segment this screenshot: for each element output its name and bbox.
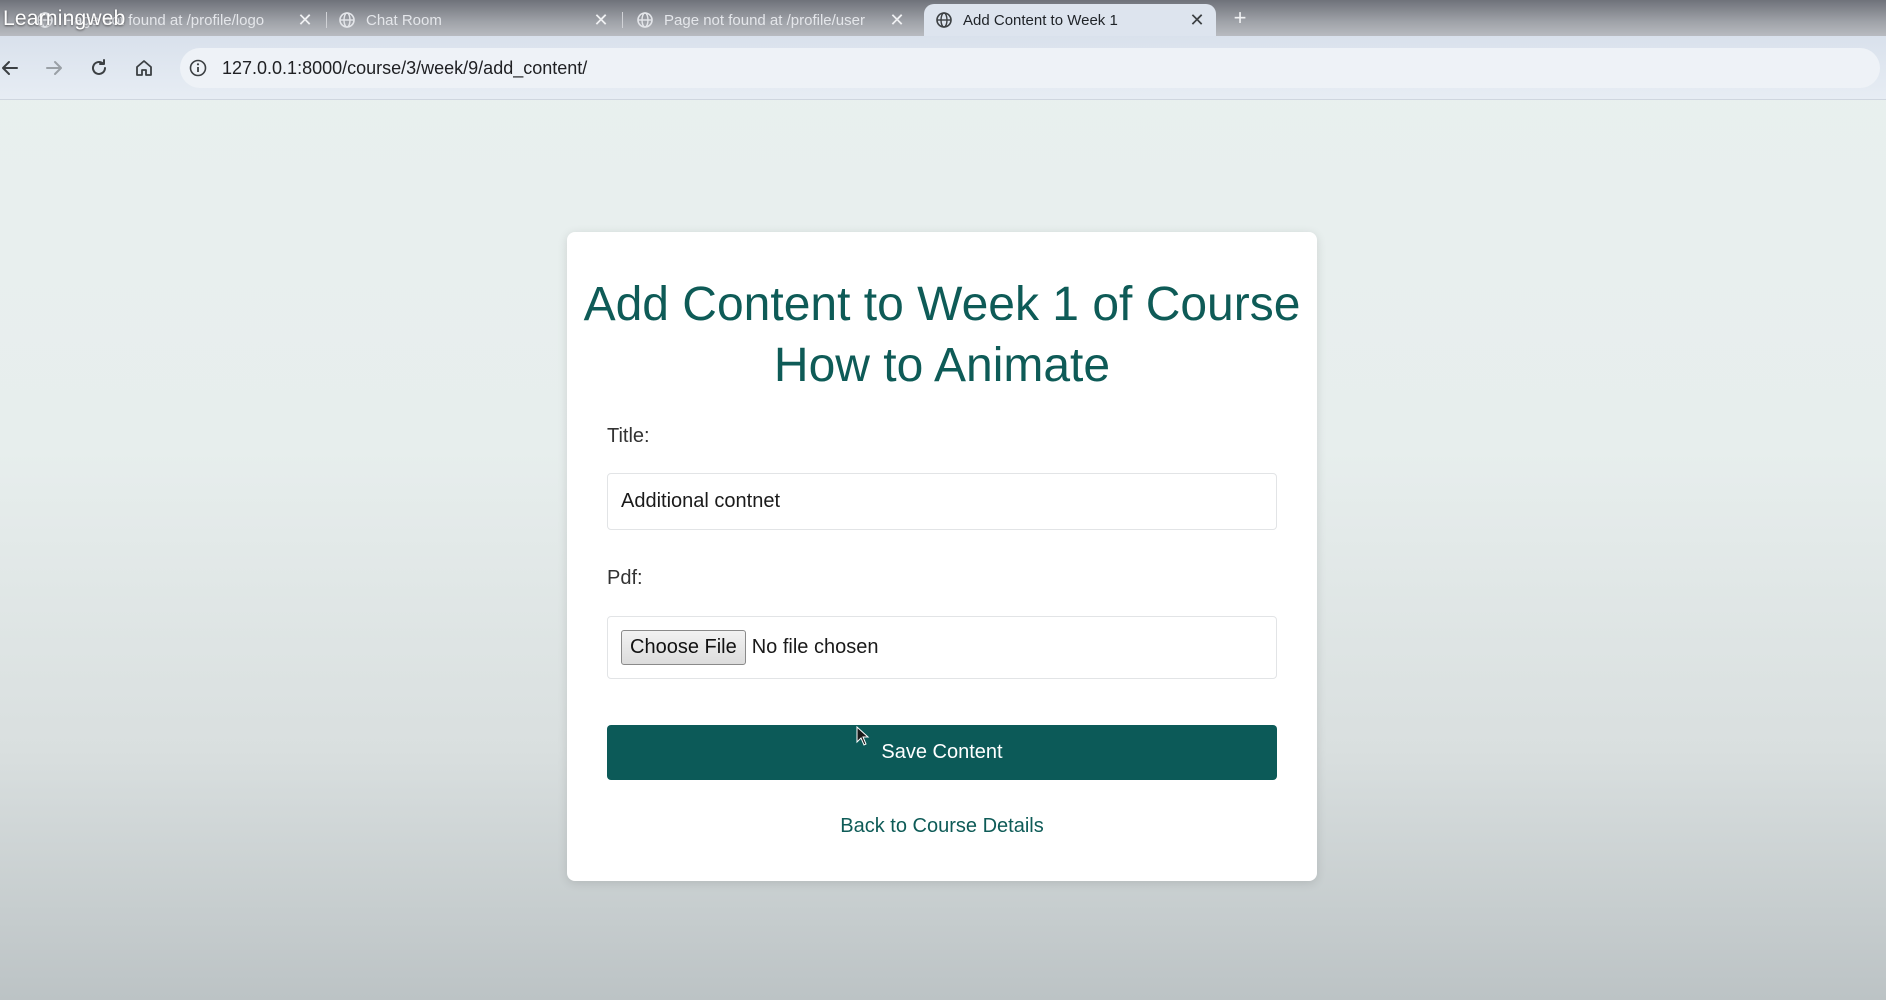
tab-page-not-found-user[interactable]: Page not found at /profile/user ✕ [636,4,908,36]
reload-icon[interactable] [85,54,113,82]
new-tab-icon[interactable]: + [1228,4,1252,32]
info-icon[interactable] [180,59,216,77]
browser-tab-strip: Page not found at /profile/logo ✕ Chat R… [0,0,1886,36]
close-tab-icon[interactable]: ✕ [590,10,612,31]
tab-add-content[interactable]: Add Content to Week 1 ✕ [924,4,1216,36]
tab-label: Add Content to Week 1 [963,11,1118,29]
back-to-course-details-link[interactable]: Back to Course Details [567,815,1317,838]
home-icon[interactable] [130,54,158,82]
title-input[interactable] [607,473,1277,530]
tab-chat-room[interactable]: Chat Room ✕ [338,4,612,36]
tab-separator [326,12,327,28]
add-content-card: Add Content to Week 1 of Course How to A… [567,232,1317,881]
save-content-button[interactable]: Save Content [607,725,1277,780]
title-label: Title: [607,425,650,447]
globe-icon [636,11,654,29]
pdf-file-input: Choose File No file chosen [607,616,1277,679]
globe-icon [935,11,953,29]
address-bar[interactable]: 127.0.0.1:8000/course/3/week/9/add_conte… [180,48,1880,88]
close-tab-icon[interactable]: ✕ [294,10,316,31]
forward-arrow-icon[interactable] [40,54,68,82]
page-title: Add Content to Week 1 of Course How to A… [583,278,1301,392]
globe-icon [338,11,356,29]
choose-file-button[interactable]: Choose File [621,630,746,665]
tab-label: Page not found at /profile/user [664,11,865,29]
url-text: 127.0.0.1:8000/course/3/week/9/add_conte… [222,57,588,78]
mouse-cursor-icon [856,725,870,746]
browser-toolbar: 127.0.0.1:8000/course/3/week/9/add_conte… [0,36,1886,100]
channel-watermark: Learningweb [3,7,126,30]
close-tab-icon[interactable]: ✕ [1186,10,1208,31]
close-tab-icon[interactable]: ✕ [886,10,908,31]
file-status-text: No file chosen [751,636,879,658]
back-arrow-icon[interactable] [0,54,24,82]
tab-label: Chat Room [366,11,442,29]
pdf-label: Pdf: [607,567,643,589]
tab-separator [622,12,623,28]
